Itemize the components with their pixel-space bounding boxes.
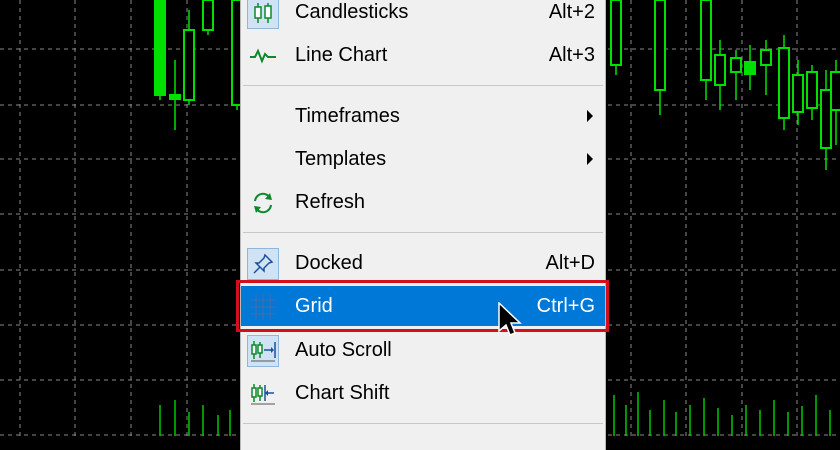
menu-item-label: Docked [295,252,363,274]
candle-body [744,61,756,75]
candle-body [714,54,726,86]
menu-separator [243,232,603,233]
menu-item-label: Line Chart [295,44,388,66]
line-chart-icon [247,40,279,72]
menu-item-label: Candlesticks [295,1,409,23]
candle-body [202,0,214,31]
candle-body [730,57,742,73]
candle-body [700,0,712,81]
menu-separator [243,423,603,424]
menu-item-shortcut: Alt+2 [548,1,595,23]
menu-item-candlesticks[interactable]: Candlesticks Alt+2 [241,0,605,32]
menu-item-label: Chart Shift [295,382,390,404]
pin-icon [247,248,279,280]
menu-item-auto-scroll[interactable]: Auto Scroll [241,330,605,370]
menu-item-line-chart[interactable]: Line Chart Alt+3 [241,35,605,75]
menu-item-label: Auto Scroll [295,339,392,361]
menu-item-label: Refresh [295,191,366,213]
highlight-annotation-box [236,280,609,332]
candle-body [654,0,666,91]
menu-item-shortcut: Alt+D [545,252,595,274]
menu-item-shortcut: Alt+3 [548,44,595,66]
candle-body [183,29,195,101]
candle-body [820,89,832,149]
candle-body [169,94,181,100]
submenu-arrow-icon [587,110,593,122]
candle-body [830,71,840,111]
candlesticks-icon [247,0,279,29]
candle-body [792,74,804,113]
auto-scroll-icon [247,335,279,367]
menu-item-docked[interactable]: Docked Alt+D [241,243,605,283]
menu-item-refresh[interactable]: Refresh [241,182,605,222]
candle-body [610,0,622,66]
candle-body [778,47,790,119]
chart-context-menu: Candlesticks Alt+2 Line Chart Alt+3 Time… [240,0,606,450]
menu-item-templates[interactable]: Templates [241,139,605,179]
mouse-cursor-icon [498,302,522,336]
menu-item-timeframes[interactable]: Timeframes [241,96,605,136]
candle-body [760,49,772,66]
refresh-icon [247,187,279,219]
candle-body [806,71,818,109]
chart-shift-icon [247,378,279,410]
menu-item-chart-shift[interactable]: Chart Shift [241,373,605,413]
menu-item-label: Templates [295,148,387,170]
candle-body [154,0,166,96]
menu-separator [243,85,603,86]
submenu-arrow-icon [587,153,593,165]
menu-item-label: Timeframes [295,105,400,127]
